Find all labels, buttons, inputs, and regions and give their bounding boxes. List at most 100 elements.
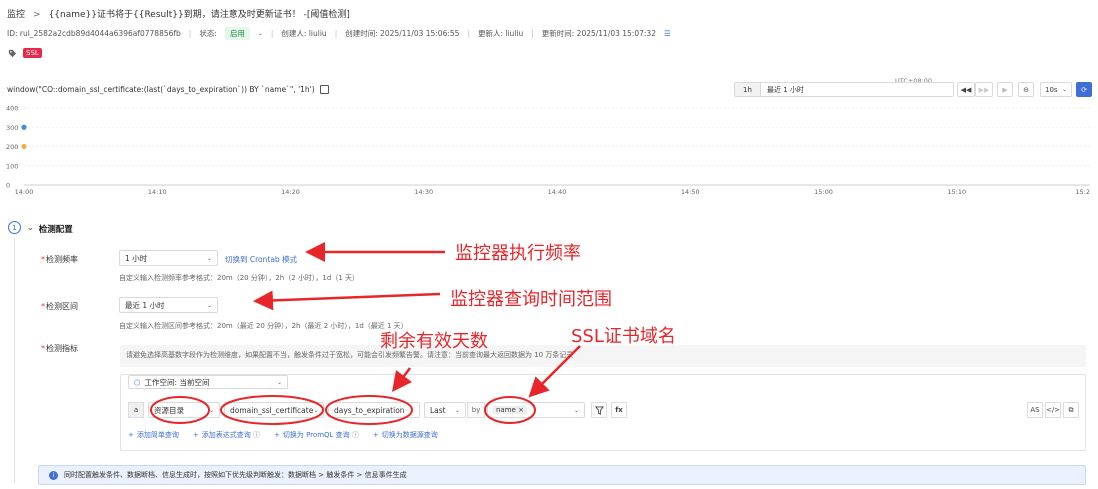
- function-button[interactable]: fx: [611, 402, 627, 418]
- chevron-down-icon: ⌄: [313, 406, 319, 414]
- section-header[interactable]: ⌄ 检测配置: [27, 223, 73, 235]
- rule-id: ID: rul_2582a2cdb89d4044a6396af0778856fb: [7, 29, 181, 38]
- add-expression-query-link[interactable]: + 添加表达式查询 ⓘ: [193, 430, 260, 440]
- forward-icon[interactable]: ▶▶: [975, 82, 993, 97]
- workspace-select[interactable]: ⬡ 工作空间: 当前空间 ⌄: [128, 375, 288, 389]
- play-icon[interactable]: ▶: [997, 82, 1013, 97]
- annotation-days: 剩余有效天数: [380, 331, 488, 352]
- annotation-arrow-range: [253, 290, 441, 311]
- x-tick-label: 14:10: [148, 188, 167, 196]
- section-title: 检测配置: [38, 225, 73, 235]
- group-by-chip[interactable]: name ×: [493, 406, 527, 414]
- source-select[interactable]: 资源目录 ⌄: [148, 402, 220, 418]
- priority-info-text: 同时配置触发条件、数据断档、信息生成时，按照如下优先级判断触发：数据断档 > 触…: [64, 471, 407, 479]
- x-tick-label: 14:50: [681, 188, 700, 196]
- page-title: {{name}}证书将于{{Result}}到期，请注意及时更新证书！ -[阈值…: [48, 10, 350, 20]
- field-select[interactable]: days_to_expiration ⌄: [328, 402, 420, 418]
- info-icon: i: [49, 470, 58, 480]
- x-tick-label: 14:20: [281, 188, 300, 196]
- code-icon[interactable]: </>: [1045, 402, 1061, 418]
- refresh-button[interactable]: ⟳: [1076, 82, 1092, 97]
- frequency-value: 1 小时: [125, 253, 148, 263]
- time-range-picker[interactable]: 1h 最近 1 小时: [734, 82, 954, 97]
- switch-datasource-link[interactable]: + 切换为数据源查询: [373, 430, 438, 440]
- chevron-down-icon: ⌄: [206, 254, 212, 262]
- step-connector: [14, 238, 15, 483]
- alias-button[interactable]: AS: [1027, 402, 1043, 418]
- y-tick-label: 100: [6, 162, 18, 170]
- query-expression: window("CO::domain_ssl_certificate:(last…: [7, 85, 329, 94]
- zoom-out-icon[interactable]: ⊖: [1018, 82, 1034, 97]
- interval-label: *检测区间: [41, 302, 78, 311]
- status-badge: 启用: [224, 27, 250, 40]
- dataset-value: domain_ssl_certificate: [230, 405, 314, 415]
- frequency-label: *检测频率: [41, 255, 78, 264]
- chevron-down-icon: ⌄: [1061, 86, 1067, 93]
- x-tick-label: 15:2: [1075, 188, 1090, 196]
- data-point: [21, 143, 27, 150]
- switch-promql-link[interactable]: + 切换为 PromQL 查询 ⓘ: [274, 430, 359, 440]
- dataset-select[interactable]: domain_ssl_certificate ⌄: [224, 402, 324, 418]
- query-actions: + 添加简单查询 + 添加表达式查询 ⓘ + 切换为 PromQL 查询 ⓘ + 切换为…: [128, 430, 438, 440]
- chevron-down-icon: ⌄: [206, 301, 212, 309]
- created-time: 创建时间: 2025/11/03 15:06:55: [345, 29, 460, 38]
- interval-value: 最近 1 小时: [125, 300, 165, 310]
- source-value: 资源目录: [154, 405, 184, 415]
- chevron-down-icon: ⌄: [408, 406, 414, 414]
- annotation-frequency: 监控器执行频率: [455, 243, 581, 264]
- time-series-chart: 400 300 200 100 0 14:00 14:10 14:20 14:30 14:40 14…: [6, 105, 1090, 196]
- breadcrumb-separator: >: [33, 10, 41, 20]
- group-by-select[interactable]: name × ⌄: [487, 402, 585, 418]
- x-tick-label: 14:40: [548, 188, 567, 196]
- breadcrumb-root[interactable]: 监控: [7, 10, 25, 20]
- frequency-select[interactable]: 1 小时 ⌄: [119, 250, 218, 266]
- annotation-domain: SSL证书域名: [571, 326, 676, 347]
- breadcrumb: 监控 > {{name}}证书将于{{Result}}到期，请注意及时更新证书！ -…: [7, 7, 350, 20]
- y-tick-label: 200: [6, 143, 18, 151]
- updated-time: 更新时间: 2025/11/03 15:07:32: [541, 29, 656, 38]
- y-tick-label: 400: [6, 105, 18, 113]
- chevron-down-icon: ⌄: [573, 406, 579, 414]
- chevron-down-icon: ⌄: [208, 406, 214, 414]
- creator: 创建人: liuliu: [281, 29, 327, 38]
- x-tick-label: 14:00: [15, 188, 34, 196]
- time-range-value: 最近 1 小时: [767, 85, 804, 94]
- cube-icon: ⬡: [134, 377, 141, 387]
- metric-label: *检测指标: [41, 344, 78, 353]
- status-label: 状态:: [199, 29, 217, 38]
- add-simple-query-link[interactable]: + 添加简单查询: [128, 430, 179, 440]
- updater: 更新人: liuliu: [477, 29, 524, 38]
- y-tick-label: 300: [6, 124, 18, 132]
- chevron-down-icon: ⌄: [276, 378, 282, 386]
- ssl-tag[interactable]: SSL: [23, 48, 42, 58]
- workspace-value: 工作空间: 当前空间: [144, 377, 210, 387]
- status-dropdown-icon[interactable]: ⌄: [258, 30, 263, 37]
- interval-select[interactable]: 最近 1 小时 ⌄: [119, 297, 218, 313]
- duplicate-icon[interactable]: ⧉: [1063, 402, 1079, 418]
- query-expression-text: window("CO::domain_ssl_certificate:(last…: [7, 85, 315, 94]
- frequency-hint: 自定义输入检测频率参考格式：20m（20 分钟），2h（2 小时），1d（1 天…: [119, 274, 360, 282]
- collapse-chevron-icon: ⌄: [27, 223, 34, 232]
- copy-icon[interactable]: [319, 85, 329, 94]
- chevron-down-icon: ⌄: [454, 406, 460, 414]
- y-tick-label: 0: [6, 182, 10, 190]
- data-point: [21, 124, 27, 130]
- tag-icon: [8, 49, 17, 57]
- refresh-interval-select[interactable]: 10s ⌄: [1040, 82, 1072, 97]
- step-number: 1: [8, 221, 21, 234]
- refresh-interval-value: 10s: [1045, 85, 1058, 94]
- history-icon[interactable]: ☰: [664, 29, 671, 38]
- query-letter: a: [128, 402, 144, 418]
- metric-notice: 请避免选择高基数字段作为检测维度，如果配置不当，触发条件过于宽松，可能会引发频繁…: [120, 345, 1086, 367]
- rule-meta: ID: rul_2582a2cdb89d4044a6396af0778856fb…: [7, 27, 671, 40]
- rewind-icon[interactable]: ◀◀: [957, 82, 975, 97]
- x-tick-label: 15:00: [814, 188, 833, 196]
- crontab-switch-link[interactable]: 切换到 Crontab 模式: [225, 254, 297, 265]
- annotation-range: 监控器查询时间范围: [450, 289, 612, 310]
- interval-hint: 自定义输入检测区间参考格式：20m（最近 20 分钟），2h（最近 2 小时），…: [119, 322, 408, 330]
- time-range-prefix: 1h: [735, 83, 761, 96]
- x-tick-label: 15:10: [947, 188, 966, 196]
- x-tick-label: 14:30: [414, 188, 433, 196]
- aggregation-select[interactable]: Last ⌄: [424, 402, 466, 418]
- filter-icon[interactable]: [591, 402, 607, 418]
